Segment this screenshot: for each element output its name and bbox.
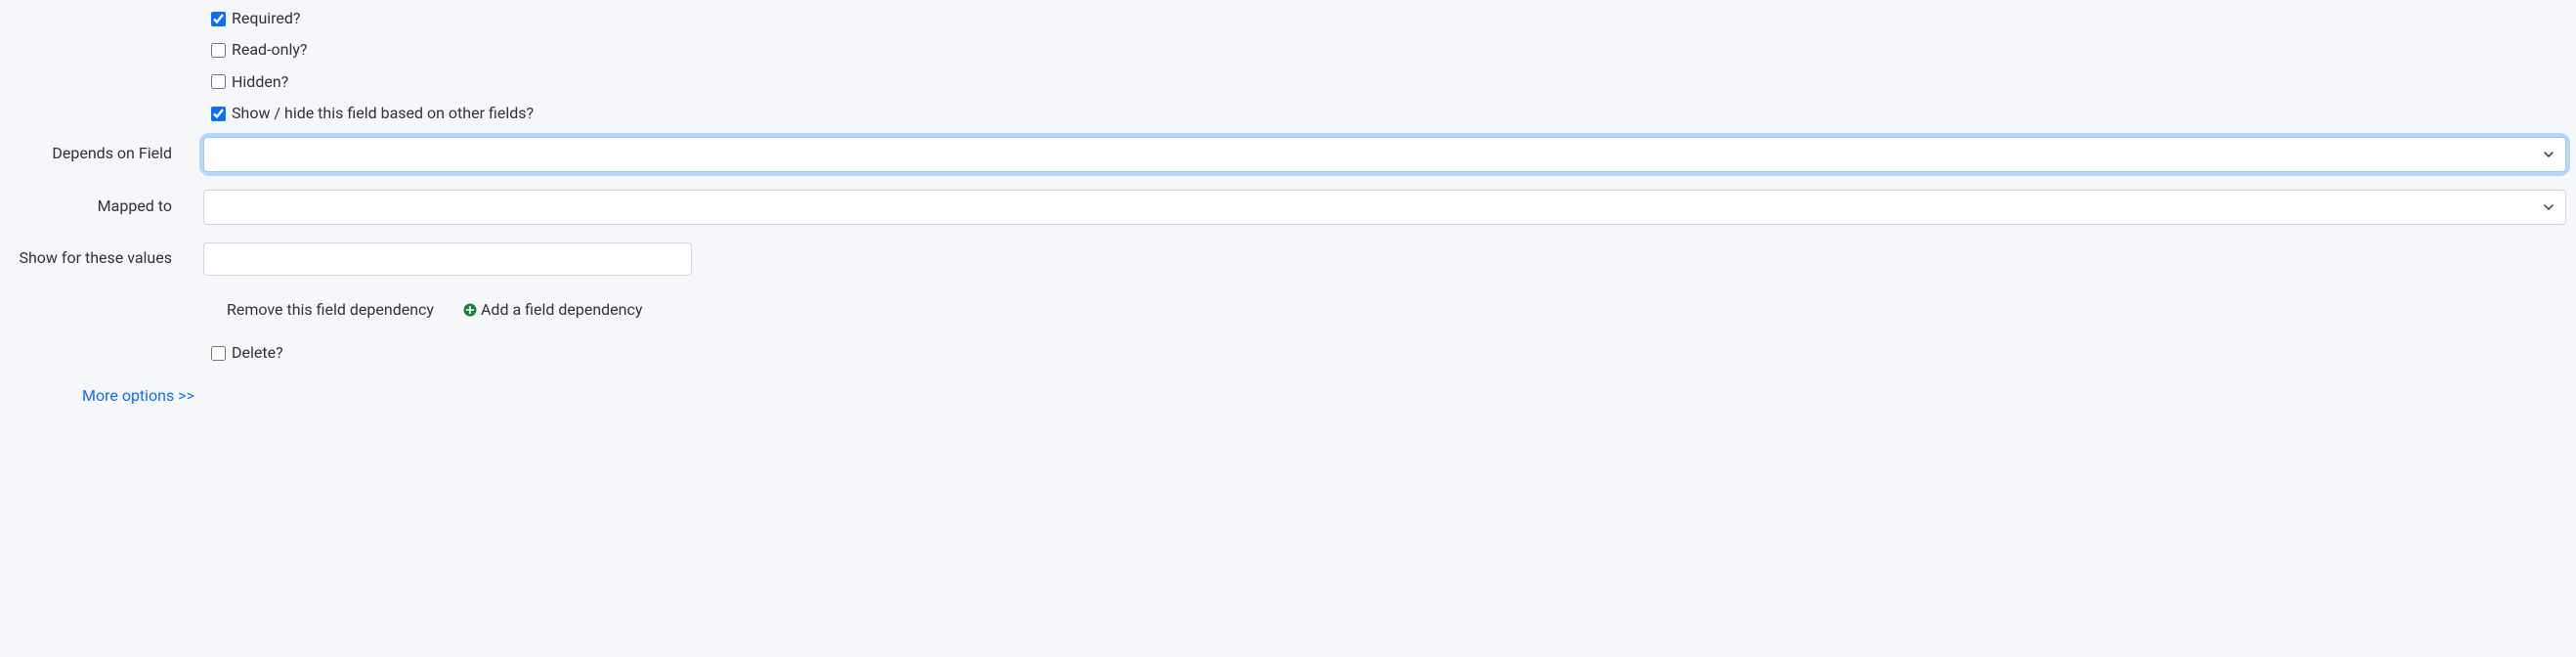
add-dependency-text: Add a field dependency [481,299,642,321]
readonly-label: Read-only? [232,39,307,61]
more-options-link[interactable]: More options >> [82,386,194,405]
required-label-wrap[interactable]: Required? [211,8,301,29]
mapped-to-select-wrap [203,190,2566,225]
plus-circle-icon [463,303,477,317]
showhide-label-wrap[interactable]: Show / hide this field based on other fi… [211,103,534,124]
mapped-to-row: Mapped to [10,190,2566,225]
required-label: Required? [232,8,301,29]
readonly-checkbox[interactable] [211,43,226,58]
more-options-row: More options >> [10,385,2566,407]
hidden-row: Hidden? [10,71,2566,93]
show-for-values-label: Show for these values [10,247,203,269]
showhide-row: Show / hide this field based on other fi… [10,103,2566,124]
showhide-checkbox[interactable] [211,107,226,121]
show-for-values-row: Show for these values [10,242,2566,276]
hidden-label-wrap[interactable]: Hidden? [211,71,288,93]
depends-on-row: Depends on Field [10,137,2566,172]
required-checkbox[interactable] [211,12,226,26]
mapped-to-label: Mapped to [10,196,203,217]
delete-label: Delete? [232,342,283,364]
mapped-to-select[interactable] [203,190,2566,225]
remove-dependency-link[interactable]: Remove this field dependency [227,299,434,321]
delete-label-wrap[interactable]: Delete? [211,342,283,364]
required-row: Required? [10,8,2566,29]
hidden-label: Hidden? [232,71,288,93]
depends-on-label: Depends on Field [10,143,203,164]
add-dependency-link[interactable]: Add a field dependency [463,299,642,321]
remove-dependency-text: Remove this field dependency [227,299,434,321]
hidden-checkbox[interactable] [211,74,226,89]
show-for-values-input[interactable] [203,242,692,276]
showhide-label: Show / hide this field based on other fi… [232,103,534,124]
delete-row: Delete? [10,342,2566,364]
field-settings-panel: Required? Read-only? Hidden? Show / hide… [0,0,2576,437]
depends-on-select-wrap [203,137,2566,172]
dependency-actions: Remove this field dependency Add a field… [10,299,2566,321]
depends-on-select[interactable] [203,137,2566,172]
delete-checkbox[interactable] [211,346,226,361]
readonly-row: Read-only? [10,39,2566,61]
readonly-label-wrap[interactable]: Read-only? [211,39,307,61]
